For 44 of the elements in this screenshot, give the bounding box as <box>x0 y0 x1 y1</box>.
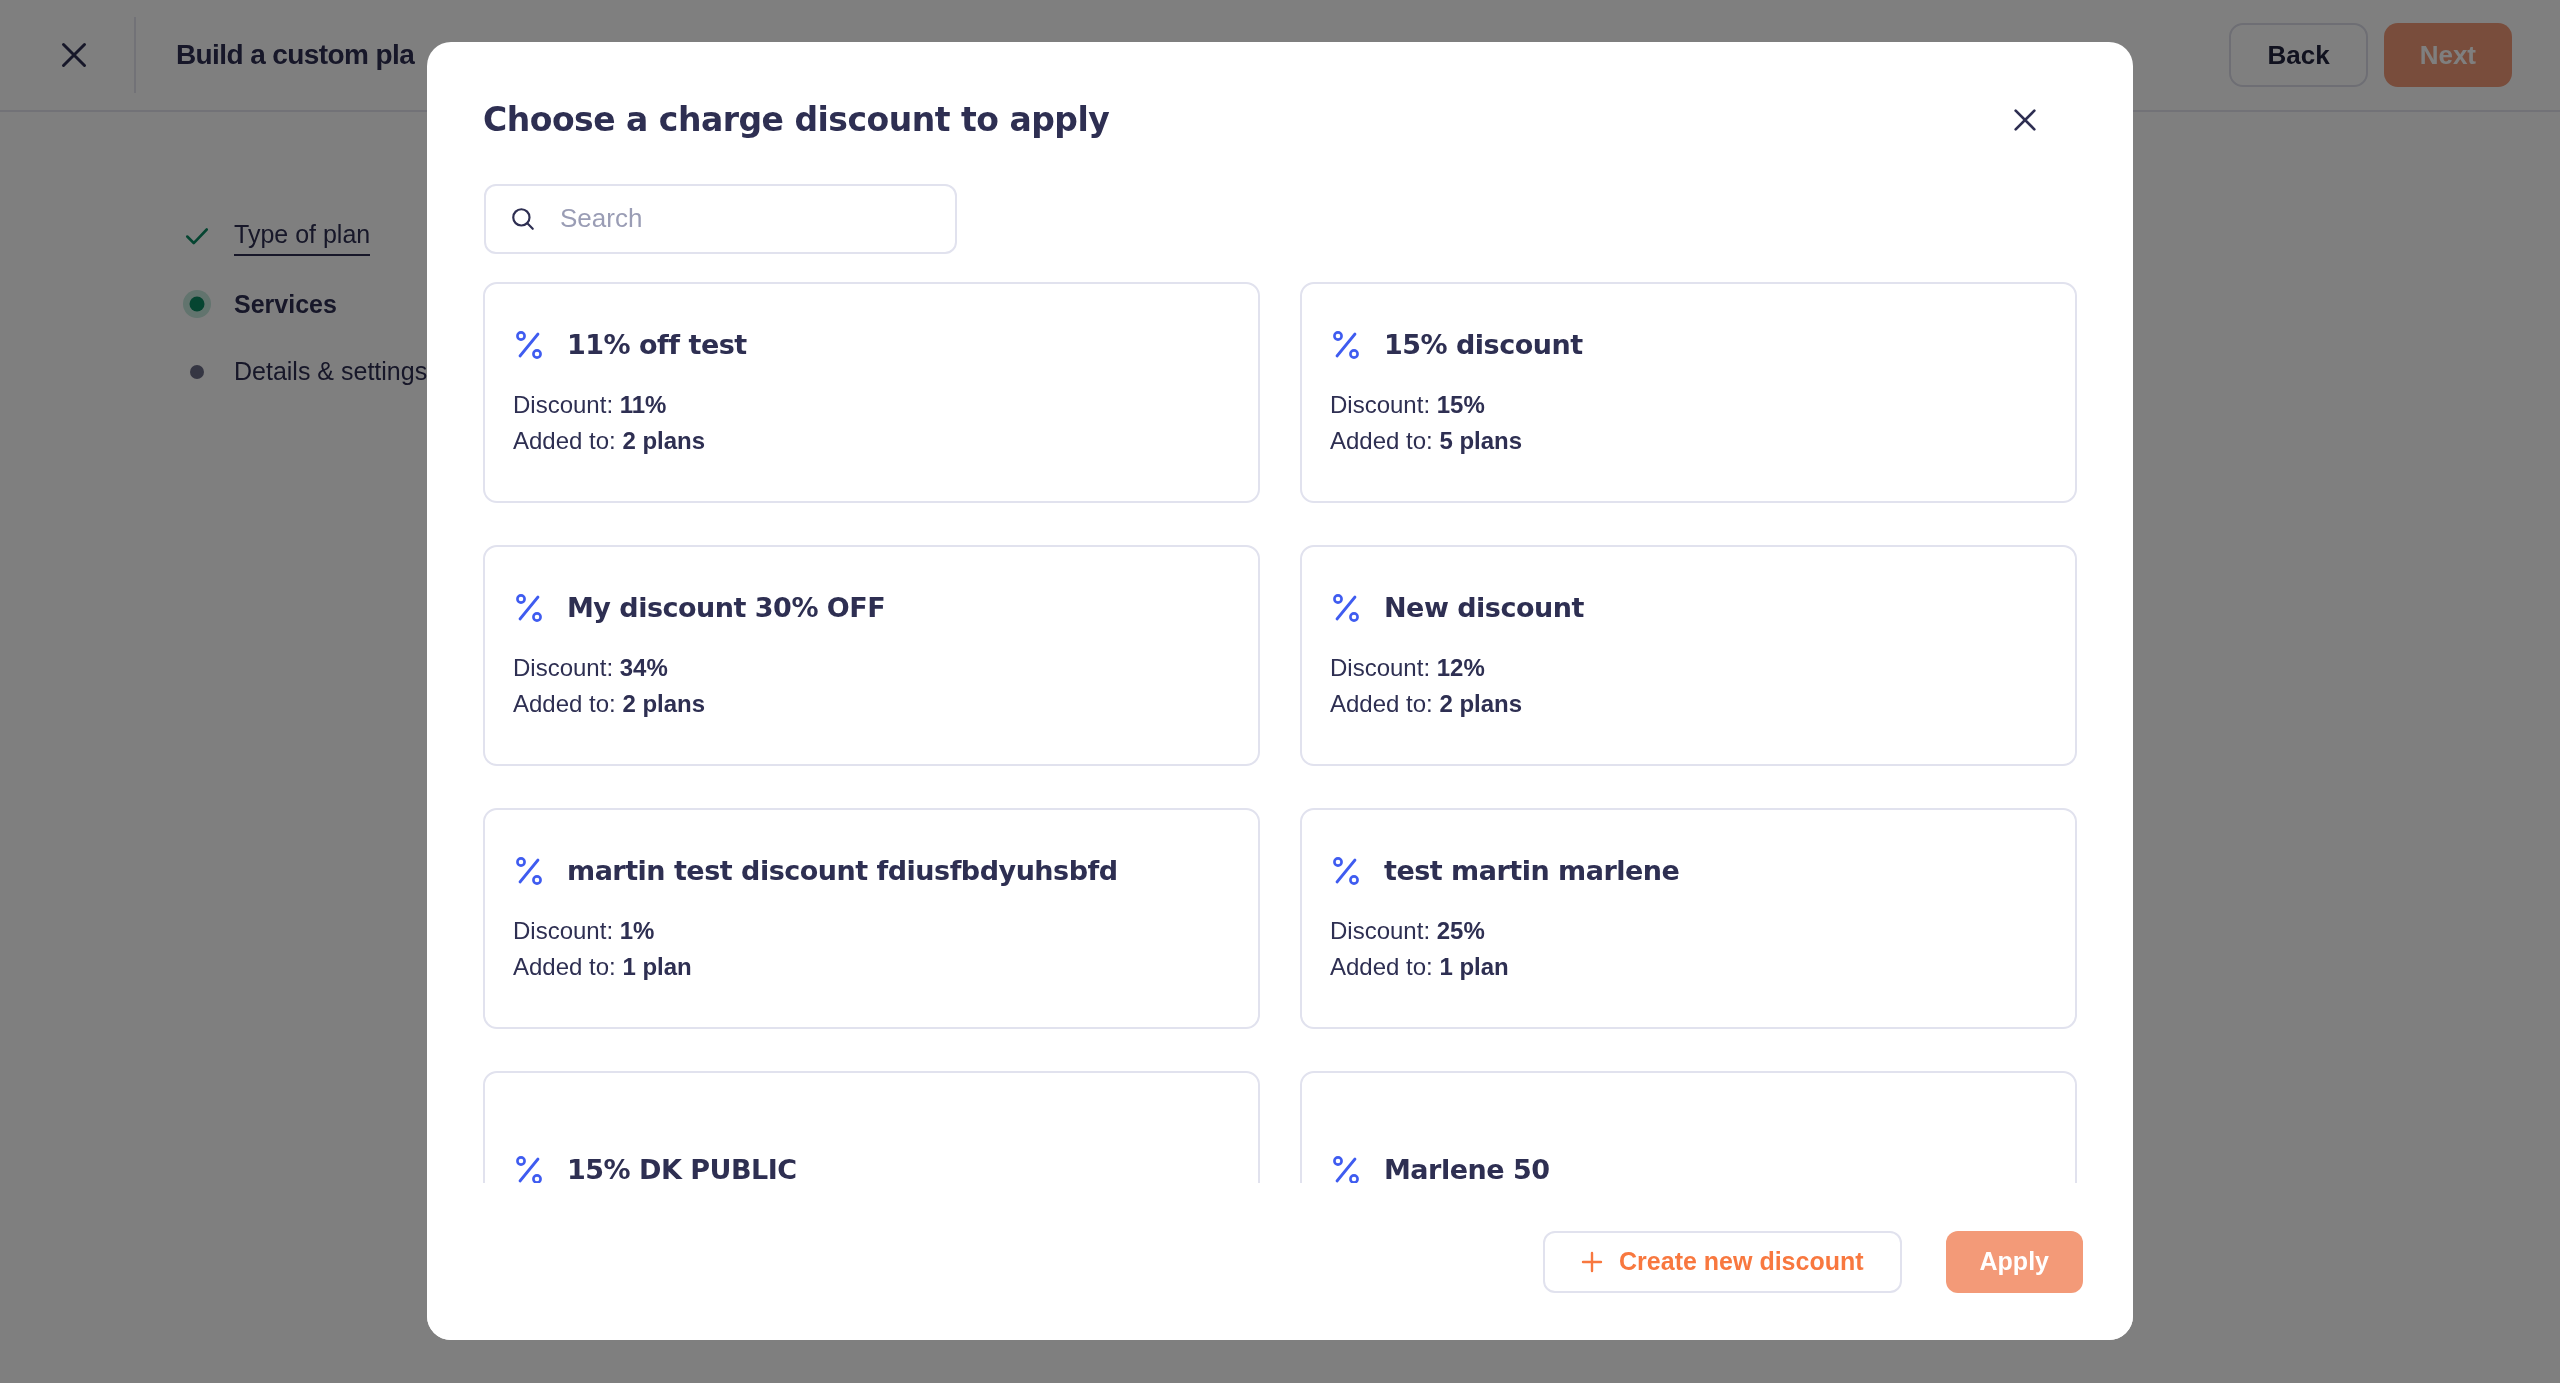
discount-card[interactable]: test martin marlene Discount: 25% Added to: 1 plan <box>1300 807 2077 1029</box>
discount-name: My discount 30% OFF <box>567 590 886 625</box>
discount-card[interactable]: 11% off test Discount: 11% Added to: 2 plans <box>483 281 1260 503</box>
discount-detail: Discount: 12% <box>1330 653 1486 684</box>
discount-detail: Added to: 2 plans <box>1330 689 1524 720</box>
discount-name: Marlene 50 <box>1384 1152 1550 1183</box>
discount-detail: Discount: 1% <box>513 916 656 947</box>
percent-icon <box>1330 592 1362 625</box>
discount-name: 11% off test <box>567 327 747 362</box>
percent-icon <box>513 1154 545 1183</box>
discount-card[interactable]: martin test discount fdiusfbdyuhsbfd Discount: 1% Added to: 1 plan <box>483 807 1260 1029</box>
search-field[interactable]: Search <box>484 183 957 254</box>
page-title: Build a custom pla <box>176 38 415 72</box>
discount-name: martin test discount fdiusfbdyuhsbfd <box>567 853 1118 888</box>
discount-card[interactable]: 15% discount Discount: 15% Added to: 5 plans <box>1300 281 2077 503</box>
plus-icon <box>1581 1250 1604 1273</box>
discount-detail: Added to: 1 plan <box>513 952 693 983</box>
discount-card[interactable]: Marlene 50 <box>1300 1070 2077 1183</box>
discount-card[interactable]: New discount Discount: 12% Added to: 2 plans <box>1300 544 2077 766</box>
back-button[interactable]: Back <box>2229 23 2368 87</box>
percent-icon <box>513 329 545 362</box>
percent-icon <box>513 855 545 888</box>
step-label: Services <box>234 288 337 320</box>
discount-detail: Discount: 25% <box>1330 916 1486 947</box>
step-label: Details & settings <box>234 356 428 387</box>
discount-card[interactable]: 15% DK PUBLIC <box>483 1070 1260 1183</box>
percent-icon <box>1330 329 1362 362</box>
discount-detail: Discount: 15% <box>1330 390 1486 421</box>
discount-card[interactable]: My discount 30% OFF Discount: 34% Added to: 2 plans <box>483 544 1260 766</box>
discount-name: 15% discount <box>1384 327 1583 362</box>
discount-name: 15% DK PUBLIC <box>567 1152 797 1183</box>
discount-detail: Discount: 34% <box>513 653 669 684</box>
percent-icon <box>1330 855 1362 888</box>
discount-detail: Added to: 2 plans <box>513 426 707 457</box>
dialog-title: Choose a charge discount to apply <box>483 100 1110 140</box>
discount-detail: Added to: 1 plan <box>1330 952 1510 983</box>
discount-name: New discount <box>1384 590 1584 625</box>
discount-detail: Added to: 2 plans <box>513 689 707 720</box>
step-link[interactable]: Type of plan <box>234 216 371 256</box>
percent-icon <box>513 592 545 625</box>
discount-name: test martin marlene <box>1384 853 1680 888</box>
percent-icon <box>1330 1154 1362 1183</box>
discount-detail: Added to: 5 plans <box>1330 426 1524 457</box>
discount-detail: Discount: 11% <box>513 390 668 421</box>
